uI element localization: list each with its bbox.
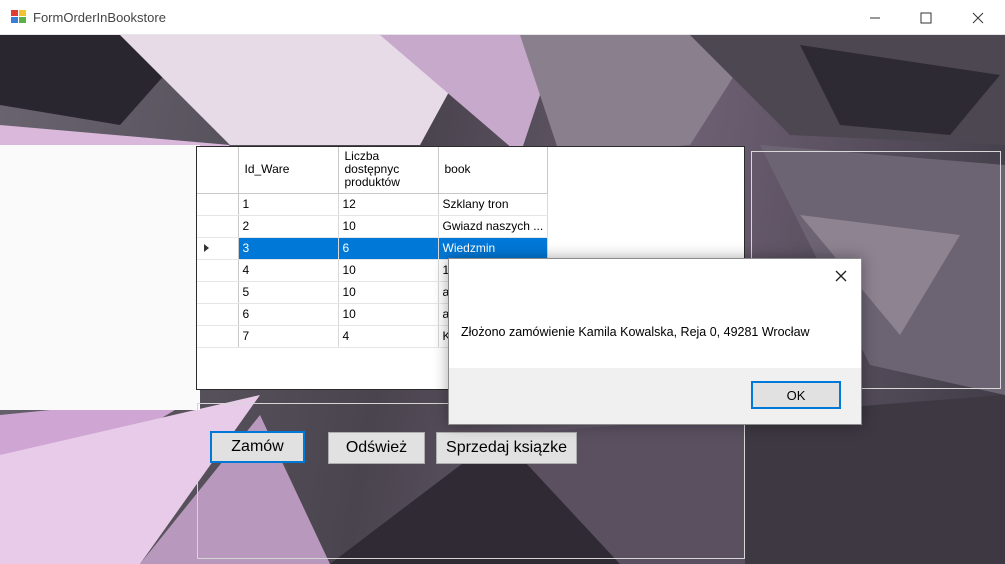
table-row[interactable]: 2 10 Gwiazd naszych ... [197, 215, 549, 238]
current-row-arrow-icon [204, 244, 209, 252]
row-header[interactable] [197, 281, 239, 304]
app-form-icon [11, 10, 27, 24]
message-dialog: Złożono zamówienie Kamila Kowalska, Reja… [448, 258, 862, 425]
cell-id[interactable]: 7 [238, 325, 339, 348]
refresh-button[interactable]: Odśwież [328, 432, 425, 464]
order-button[interactable]: Zamów [210, 431, 305, 463]
window-titlebar: FormOrderInBookstore [0, 0, 1005, 35]
maximize-icon [920, 12, 932, 23]
close-icon [835, 270, 847, 282]
row-header[interactable] [197, 215, 239, 238]
window-title: FormOrderInBookstore [33, 10, 166, 25]
cell-count[interactable]: 4 [338, 325, 439, 348]
cell-id[interactable]: 4 [238, 259, 339, 282]
column-header-book[interactable]: book [438, 147, 549, 194]
cell-count[interactable]: 10 [338, 281, 439, 304]
column-header-id-ware[interactable]: Id_Ware [238, 147, 339, 194]
grid-corner-header[interactable] [197, 147, 239, 194]
cell-book[interactable]: Wiedzmin [438, 237, 549, 260]
row-header[interactable] [197, 303, 239, 326]
row-header[interactable] [197, 325, 239, 348]
form-panel [0, 145, 200, 410]
cell-id[interactable]: 5 [238, 281, 339, 304]
minimize-icon [870, 17, 880, 18]
row-header[interactable] [197, 259, 239, 282]
close-button[interactable] [955, 0, 1001, 35]
cell-id[interactable]: 1 [238, 193, 339, 216]
cell-book[interactable]: Szklany tron [438, 193, 549, 216]
sell-book-button[interactable]: Sprzedaj ksiązke [436, 432, 577, 464]
maximize-button[interactable] [903, 0, 949, 35]
cell-id[interactable]: 3 [238, 237, 339, 260]
column-header-count[interactable]: Liczba dostępnyc produktów [338, 147, 439, 194]
dialog-footer: OK [449, 368, 861, 424]
row-header[interactable] [197, 237, 239, 260]
cell-count[interactable]: 10 [338, 303, 439, 326]
cell-count[interactable]: 10 [338, 259, 439, 282]
grid-header-row: Id_Ware Liczba dostępnyc produktów book [197, 147, 549, 194]
cell-id[interactable]: 2 [238, 215, 339, 238]
row-header[interactable] [197, 193, 239, 216]
dialog-message: Złożono zamówienie Kamila Kowalska, Reja… [461, 325, 810, 339]
table-row[interactable]: 1 12 Szklany tron [197, 193, 549, 216]
table-row-selected[interactable]: 3 6 Wiedzmin [197, 237, 549, 260]
cell-id[interactable]: 6 [238, 303, 339, 326]
actions-groupbox [197, 403, 745, 559]
minimize-button[interactable] [852, 0, 898, 35]
cell-count[interactable]: 12 [338, 193, 439, 216]
cell-book[interactable]: Gwiazd naszych ... [438, 215, 549, 238]
cell-count[interactable]: 10 [338, 215, 439, 238]
ok-button[interactable]: OK [751, 381, 841, 409]
cell-count[interactable]: 6 [338, 237, 439, 260]
dialog-close-button[interactable] [829, 265, 853, 287]
close-icon [972, 12, 984, 23]
